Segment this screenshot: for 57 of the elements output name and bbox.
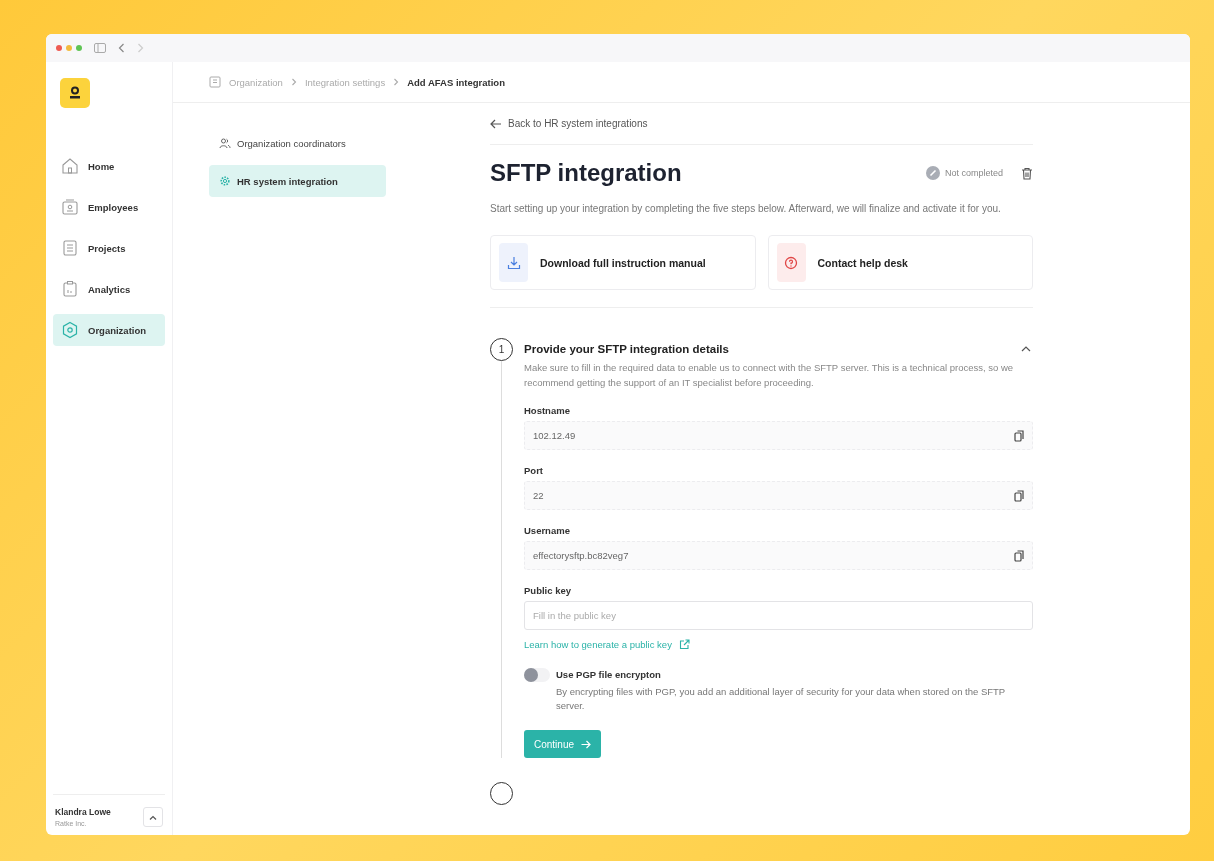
page-title: SFTP integration [490, 159, 683, 187]
copy-icon[interactable] [1014, 429, 1024, 442]
readonly-field[interactable]: 22 [524, 481, 1033, 510]
chevron-right-icon [393, 78, 400, 86]
external-link-icon [678, 639, 690, 650]
pencil-circle-icon [925, 166, 940, 180]
readonly-field[interactable]: effectorysftp.bc82veg7 [524, 541, 1033, 570]
field-label: Username [524, 525, 571, 536]
house-icon [61, 157, 79, 175]
hexagon-icon [61, 321, 79, 339]
toggle-label: Use PGP file encrypton [556, 668, 662, 682]
toggle-switch[interactable] [524, 668, 550, 682]
sidebar-nav-item[interactable]: Analytics [53, 273, 165, 305]
user-menu-button[interactable] [143, 807, 163, 827]
minimize-window-dot[interactable] [66, 45, 72, 51]
toggle-description: By encrypting files with PGP, you add an additional layer of security for your data when stored on the SFTP server. [556, 685, 1007, 713]
chevron-right-icon [290, 78, 297, 86]
id-card-icon [61, 198, 79, 216]
trash-icon[interactable] [1021, 166, 1033, 180]
download-icon [499, 243, 528, 282]
clipboard-chart-icon [61, 280, 79, 298]
sidebar-toggle-icon[interactable] [94, 43, 106, 53]
people-icon [219, 137, 231, 149]
close-window-dot[interactable] [56, 45, 62, 51]
gear-icon [219, 175, 231, 187]
breadcrumb-link[interactable]: Add AFAS integration [407, 76, 505, 88]
field-label: Port [524, 465, 544, 476]
arrow-left-icon [490, 118, 502, 129]
copy-icon[interactable] [1014, 489, 1024, 502]
page-description: Start setting up your integration by completing the five steps below. Afterward, we will finalize and activate it for you. [490, 202, 1002, 216]
sidebar-nav-item[interactable]: Projects [53, 232, 165, 264]
action-label: Contact help desk [817, 256, 908, 269]
sidebar-nav-item[interactable]: Organization [53, 314, 165, 346]
input-field[interactable]: Fill in the public key [524, 601, 1033, 630]
arrow-right-icon [581, 739, 592, 749]
user-name: Klandra Lowe [55, 807, 111, 817]
settings-nav-item[interactable]: HR system integration [209, 165, 386, 197]
status-label: Not completed [944, 168, 1003, 178]
sidebar-nav-item[interactable]: Employees [53, 191, 165, 223]
action-label: Download full instruction manual [540, 256, 706, 269]
copy-icon[interactable] [1014, 549, 1024, 562]
action-card[interactable]: Download full instruction manual [490, 235, 756, 290]
chevron-up-icon [149, 814, 157, 820]
document-icon [61, 239, 79, 257]
settings-nav-item[interactable]: Organization coordinators [209, 127, 386, 159]
maximize-window-dot[interactable] [76, 45, 82, 51]
sidebar-nav-item[interactable]: Home [53, 150, 165, 182]
readonly-field[interactable]: 102.12.49 [524, 421, 1033, 450]
back-link[interactable]: Back to HR system integrations [490, 118, 1033, 145]
action-card[interactable]: Contact help desk [767, 235, 1033, 290]
building-icon [209, 76, 221, 88]
field-label: Hostname [524, 405, 571, 416]
step-title: Provide your SFTP integration details [524, 342, 729, 355]
chevron-up-icon[interactable] [1021, 345, 1031, 352]
app-logo[interactable] [60, 78, 90, 108]
step-description: Make sure to fill in the required data to enable us to connect with the SFTP server. This is a technical process, so we recommend getting the support of an IT specialist before proceeding. [524, 361, 1015, 390]
field-label: Public key [524, 585, 572, 596]
